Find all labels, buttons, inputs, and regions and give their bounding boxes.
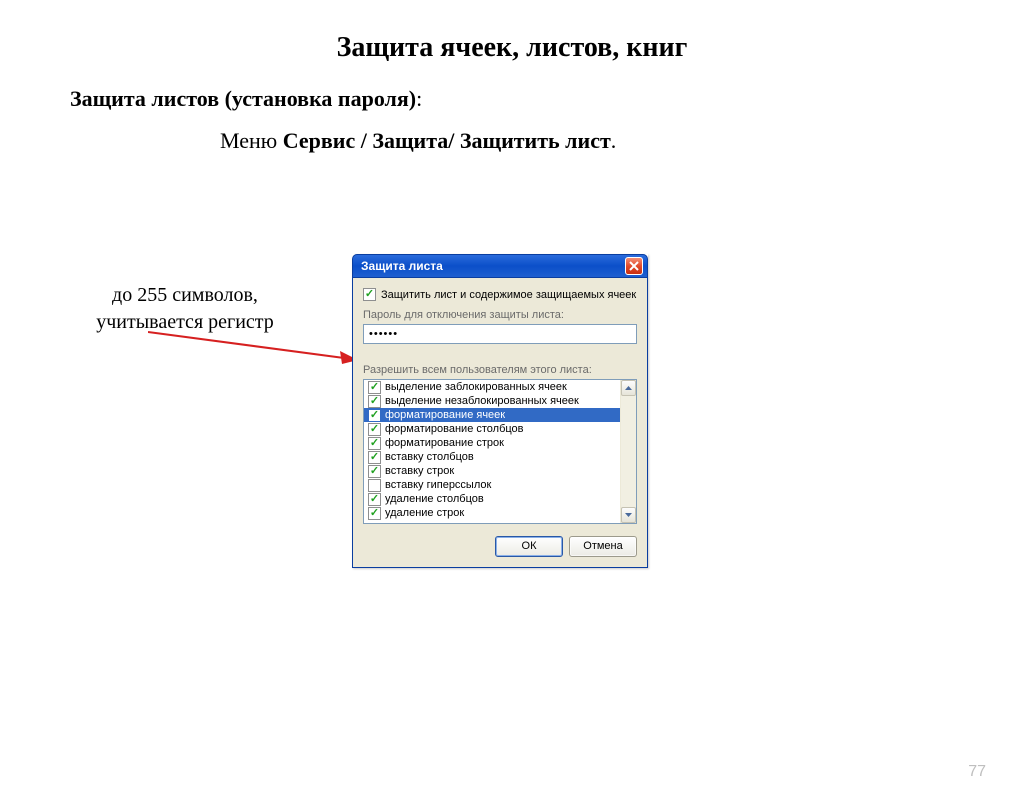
- option-checkbox[interactable]: ✓: [368, 409, 381, 422]
- protect-checkbox[interactable]: ✓: [363, 288, 376, 301]
- scroll-down-button[interactable]: [621, 507, 636, 523]
- slide-title: Защита ячеек, листов, книг: [0, 32, 1024, 64]
- option-label: удаление столбцов: [385, 493, 484, 505]
- list-item[interactable]: ✓ форматирование строк: [364, 436, 620, 450]
- list-item[interactable]: ✓ вставку столбцов: [364, 450, 620, 464]
- menupath-prefix: Меню: [220, 128, 283, 153]
- option-checkbox[interactable]: ✓: [368, 395, 381, 408]
- menu-path: Меню Сервис / Защита/ Защитить лист.: [220, 128, 1024, 154]
- scroll-up-button[interactable]: [621, 380, 636, 396]
- option-label: удаление строк: [385, 507, 464, 519]
- check-icon: ✓: [370, 410, 379, 421]
- slide-subtitle: Защита листов (установка пароля):: [70, 86, 1024, 112]
- option-label: форматирование ячеек: [385, 409, 505, 421]
- check-icon: ✓: [370, 494, 379, 505]
- option-checkbox[interactable]: ✓: [368, 451, 381, 464]
- list-item[interactable]: ✓ вставку строк: [364, 464, 620, 478]
- page-number: 77: [968, 763, 986, 781]
- chevron-down-icon: [625, 513, 632, 517]
- option-checkbox[interactable]: ✓: [368, 465, 381, 478]
- password-input[interactable]: [363, 324, 637, 344]
- annotation-line1: до 255 символов,: [112, 284, 258, 306]
- option-label: форматирование столбцов: [385, 423, 524, 435]
- scrollbar[interactable]: [620, 380, 636, 523]
- close-button[interactable]: [625, 257, 643, 275]
- list-item[interactable]: ✓ удаление столбцов: [364, 492, 620, 506]
- list-item[interactable]: ✓ выделение незаблокированных ячеек: [364, 394, 620, 408]
- subtitle-bold: Защита листов (установка пароля): [70, 86, 416, 111]
- check-icon: ✓: [370, 396, 379, 407]
- scroll-track[interactable]: [621, 396, 636, 507]
- list-item[interactable]: ✓ форматирование столбцов: [364, 422, 620, 436]
- check-icon: ✓: [370, 438, 379, 449]
- check-icon: ✓: [370, 508, 379, 519]
- list-item[interactable]: вставку гиперссылок: [364, 478, 620, 492]
- option-checkbox[interactable]: ✓: [368, 437, 381, 450]
- check-icon: ✓: [370, 466, 379, 477]
- check-icon: ✓: [365, 289, 374, 300]
- option-checkbox[interactable]: ✓: [368, 381, 381, 394]
- menupath-bold: Сервис / Защита/ Защитить лист: [283, 128, 611, 153]
- option-checkbox[interactable]: ✓: [368, 493, 381, 506]
- check-icon: ✓: [370, 424, 379, 435]
- permissions-listbox[interactable]: ✓ выделение заблокированных ячеек ✓ выделен…: [363, 379, 637, 524]
- option-checkbox[interactable]: ✓: [368, 423, 381, 436]
- option-label: вставку столбцов: [385, 451, 474, 463]
- dialog-titlebar[interactable]: Защита листа: [352, 254, 648, 278]
- check-icon: ✓: [370, 382, 379, 393]
- protect-checkbox-row[interactable]: ✓ Защитить лист и содержимое защищаемых …: [363, 288, 637, 301]
- option-label: вставку строк: [385, 465, 454, 477]
- password-label: Пароль для отключения защиты листа:: [363, 309, 637, 321]
- option-label: форматирование строк: [385, 437, 504, 449]
- chevron-up-icon: [625, 386, 632, 390]
- dialog-body: ✓ Защитить лист и содержимое защищаемых …: [352, 278, 648, 568]
- option-label: выделение незаблокированных ячеек: [385, 395, 579, 407]
- annotation-text: до 255 символов, учитывается регистр: [70, 282, 300, 336]
- close-icon: [629, 261, 639, 271]
- ok-button[interactable]: ОК: [495, 536, 563, 557]
- annotation-line2: учитывается регистр: [96, 311, 274, 333]
- protect-sheet-dialog: Защита листа ✓ Защитить лист и содержимо…: [352, 254, 648, 568]
- menupath-tail: .: [611, 128, 617, 153]
- option-checkbox[interactable]: ✓: [368, 507, 381, 520]
- cancel-button[interactable]: Отмена: [569, 536, 637, 557]
- allow-label: Разрешить всем пользователям этого листа…: [363, 364, 637, 376]
- protect-checkbox-label: Защитить лист и содержимое защищаемых яч…: [381, 289, 636, 301]
- list-item[interactable]: ✓ удаление строк: [364, 506, 620, 520]
- list-item[interactable]: ✓ форматирование ячеек: [364, 408, 620, 422]
- list-item[interactable]: ✓ выделение заблокированных ячеек: [364, 380, 620, 394]
- option-label: выделение заблокированных ячеек: [385, 381, 567, 393]
- check-icon: ✓: [370, 452, 379, 463]
- dialog-title: Защита листа: [361, 259, 625, 273]
- dialog-buttons: ОК Отмена: [363, 536, 637, 557]
- option-checkbox[interactable]: [368, 479, 381, 492]
- option-label: вставку гиперссылок: [385, 479, 491, 491]
- subtitle-tail: :: [416, 86, 422, 111]
